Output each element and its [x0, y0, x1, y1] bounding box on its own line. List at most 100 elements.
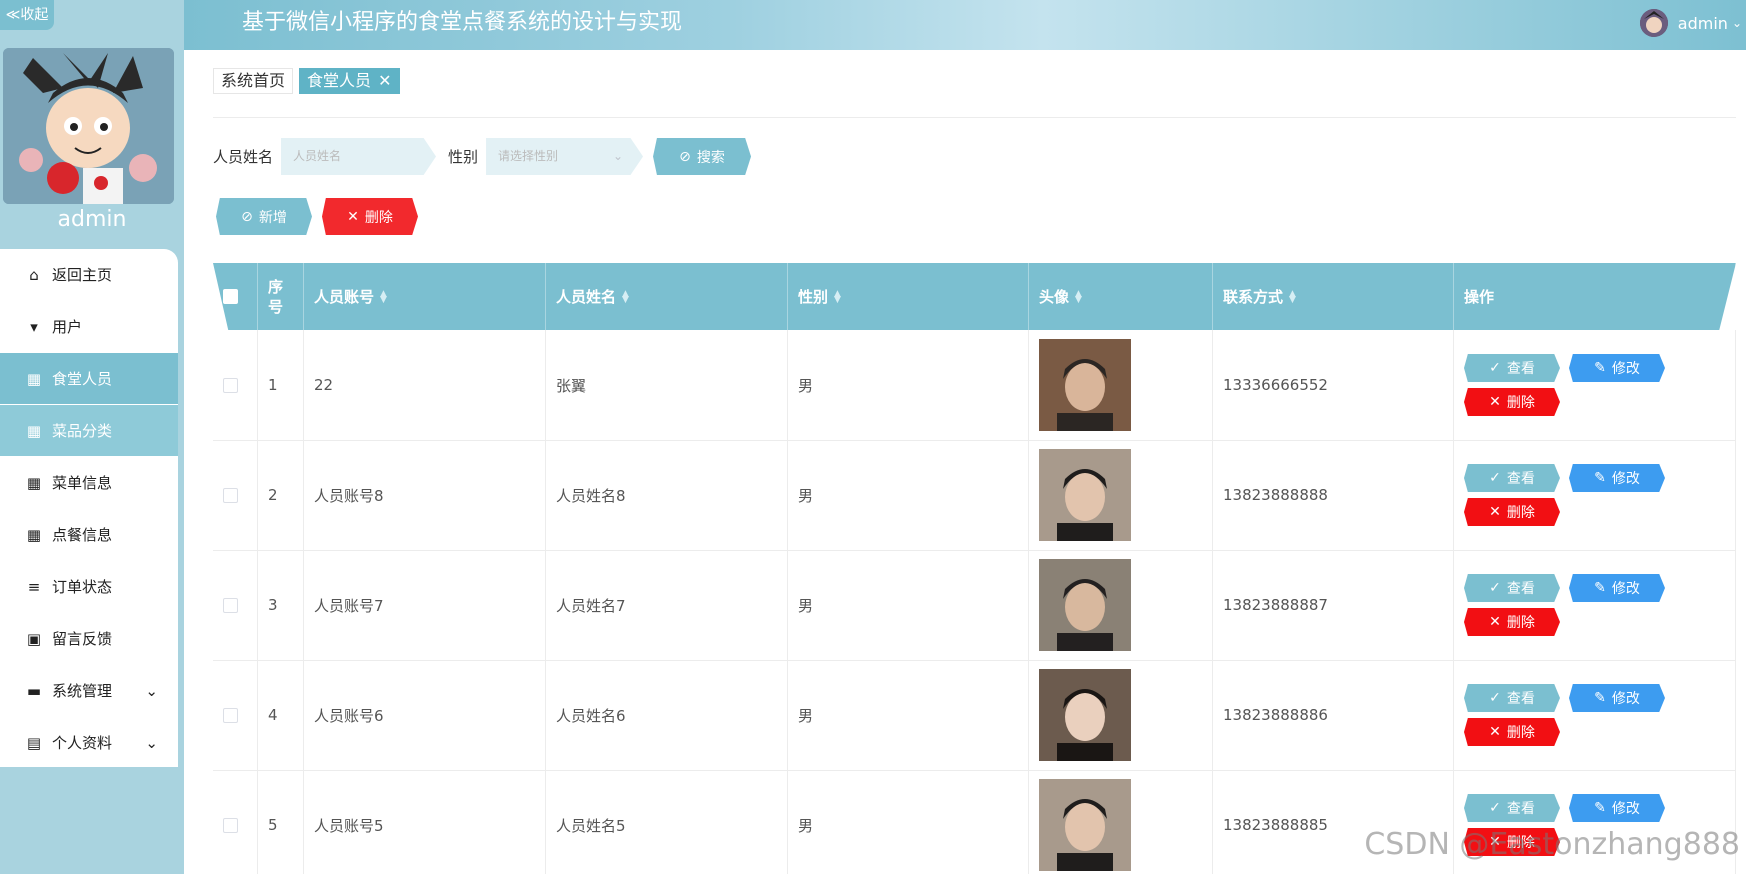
- column-header[interactable]: 人员账号 ▲ ▼: [304, 263, 546, 330]
- table-cell: 13823888887: [1213, 550, 1454, 660]
- pin-icon: ▾: [30, 317, 38, 336]
- delete-button[interactable]: ✕ 删除: [1464, 718, 1560, 746]
- row-checkbox[interactable]: [223, 817, 238, 833]
- sidebar-item[interactable]: ▤ 个人资料 ⌄: [0, 717, 178, 768]
- op-line: ✓ 查看 ✎ 修改: [1464, 574, 1665, 602]
- row-checkbox[interactable]: [223, 487, 238, 503]
- sidebar-item[interactable]: ≡ 订单状态: [0, 561, 178, 612]
- edit-button[interactable]: ✎ 修改: [1569, 684, 1665, 712]
- sidebar-item[interactable]: ▦ 菜品分类: [0, 405, 178, 456]
- table-cell: [1029, 330, 1213, 440]
- select-all-checkbox[interactable]: [223, 289, 238, 304]
- op-line: ✓ 查看 ✎ 修改: [1464, 794, 1665, 822]
- edit-button[interactable]: ✎ 修改: [1569, 464, 1665, 492]
- close-icon: ✕: [1489, 724, 1501, 740]
- table-cell: 22: [304, 330, 546, 440]
- table-cell: ✓ 查看 ✎ 修改 ✕ 删除: [1454, 550, 1736, 660]
- gender-select[interactable]: 请选择性别 ⌄: [486, 138, 644, 175]
- delete-button[interactable]: ✕ 删除: [1464, 388, 1560, 416]
- sidebar-item[interactable]: ▣ 留言反馈: [0, 613, 178, 664]
- pencil-icon: ✎: [1594, 800, 1606, 816]
- sidebar-item-label: 系统管理: [52, 682, 113, 700]
- table-cell: ✓ 查看 ✎ 修改 ✕ 删除: [1454, 440, 1736, 550]
- briefcase-icon: ▬: [26, 681, 42, 700]
- action-bar: ⊘ 新增 ✕ 删除: [216, 198, 418, 235]
- sort-icon[interactable]: ▲ ▼: [622, 289, 629, 304]
- name-search-input[interactable]: 人员姓名: [281, 138, 437, 175]
- edit-button[interactable]: ✎ 修改: [1569, 794, 1665, 822]
- column-header-label: 头像: [1039, 288, 1070, 306]
- sidebar-item[interactable]: ⌂ 返回主页: [0, 249, 178, 300]
- tab-canteen-staff[interactable]: 食堂人员 ✕: [299, 68, 400, 94]
- edit-button[interactable]: ✎ 修改: [1569, 574, 1665, 602]
- column-header[interactable]: 头像 ▲ ▼: [1029, 263, 1213, 330]
- column-header-label: 性别: [798, 288, 829, 306]
- select-all-cell: [213, 263, 258, 330]
- cell-index: 3: [268, 596, 278, 614]
- tab-label: 食堂人员: [307, 71, 372, 90]
- sidebar-item[interactable]: ▦ 菜单信息: [0, 457, 178, 508]
- op-line: ✓ 查看 ✎ 修改: [1464, 464, 1665, 492]
- view-label: 查看: [1506, 471, 1535, 487]
- view-button[interactable]: ✓ 查看: [1464, 574, 1560, 602]
- cell-account: 人员账号5: [314, 816, 384, 835]
- staff-photo: [1039, 339, 1131, 431]
- sidebar-item[interactable]: ▬ 系统管理 ⌄: [0, 665, 178, 716]
- delete-button[interactable]: ✕ 删除: [1464, 498, 1560, 526]
- cell-index: 4: [268, 706, 278, 724]
- check-circle-icon: ⊘: [241, 208, 253, 225]
- row-checkbox[interactable]: [223, 707, 238, 723]
- cell-phone: 13336666552: [1223, 376, 1328, 394]
- cell-phone: 13823888887: [1223, 596, 1328, 614]
- sidebar-item[interactable]: ▦ 点餐信息: [0, 509, 178, 560]
- column-header-label: 人员姓名: [556, 288, 617, 306]
- column-header[interactable]: 联系方式 ▲ ▼: [1213, 263, 1454, 330]
- sidebar: ≪收起 admin ⌂ 返回主页 ▾ 用户 ▦ 食堂人员 ▦ 菜品分类 ▦ 菜单信息 ▦ 点餐信息 ≡ 订…: [0, 0, 184, 874]
- staff-photo: [1039, 669, 1131, 761]
- gender-label: 性别: [448, 148, 479, 166]
- tab-home[interactable]: 系统首页: [213, 68, 294, 94]
- cell-account: 人员账号6: [314, 706, 384, 725]
- op-line: ✓ 查看 ✎ 修改: [1464, 684, 1665, 712]
- table-cell: 4: [258, 660, 304, 770]
- sidebar-item-label: 个人资料: [52, 734, 113, 752]
- chevron-down-icon: ⌄: [145, 733, 158, 752]
- divider: [213, 117, 1736, 118]
- cell-gender: 男: [798, 706, 814, 725]
- add-button[interactable]: ⊘ 新增: [216, 198, 312, 235]
- collapse-button[interactable]: ≪收起: [0, 0, 54, 30]
- sidebar-item[interactable]: ▦ 食堂人员: [0, 353, 178, 404]
- sort-icon[interactable]: ▲ ▼: [1289, 289, 1296, 304]
- view-button[interactable]: ✓ 查看: [1464, 464, 1560, 492]
- table-row: 3 人员账号7 人员姓名7 男 13823888887 ✓ 查看 ✎ 修改 ✕ 删除: [213, 550, 1736, 661]
- user-menu[interactable]: admin ⌄: [1639, 8, 1742, 38]
- close-icon[interactable]: ✕: [378, 71, 391, 90]
- search-button[interactable]: ⊘ 搜索: [653, 138, 752, 175]
- table-cell: 人员姓名8: [546, 440, 788, 550]
- top-header: 基于微信小程序的食堂点餐系统的设计与实现 admin ⌄: [184, 0, 1746, 50]
- column-header[interactable]: 性别 ▲ ▼: [788, 263, 1029, 330]
- edit-button[interactable]: ✎ 修改: [1569, 354, 1665, 382]
- row-checkbox[interactable]: [223, 377, 238, 393]
- view-button[interactable]: ✓ 查看: [1464, 684, 1560, 712]
- grid-icon: ▦: [26, 421, 42, 440]
- table-cell: 男: [788, 660, 1029, 770]
- sort-icon[interactable]: ▲ ▼: [834, 289, 841, 304]
- sidebar-item[interactable]: ▾ 用户: [0, 301, 178, 352]
- table-cell: 人员姓名7: [546, 550, 788, 660]
- column-header[interactable]: 人员姓名 ▲ ▼: [546, 263, 788, 330]
- row-checkbox[interactable]: [223, 597, 238, 613]
- sort-icon[interactable]: ▲ ▼: [380, 289, 387, 304]
- edit-label: 修改: [1611, 801, 1640, 817]
- batch-delete-button[interactable]: ✕ 删除: [322, 198, 418, 235]
- pencil-icon: ✎: [1594, 580, 1606, 596]
- delete-button[interactable]: ✕ 删除: [1464, 608, 1560, 636]
- view-button[interactable]: ✓ 查看: [1464, 354, 1560, 382]
- sort-icon[interactable]: ▲ ▼: [1075, 289, 1082, 304]
- table-cell: 13823888888: [1213, 440, 1454, 550]
- cell-phone: 13823888886: [1223, 706, 1328, 724]
- view-button[interactable]: ✓ 查看: [1464, 794, 1560, 822]
- check-icon: ✓: [1489, 360, 1501, 376]
- card-icon: ▤: [26, 733, 42, 752]
- view-label: 查看: [1506, 361, 1535, 377]
